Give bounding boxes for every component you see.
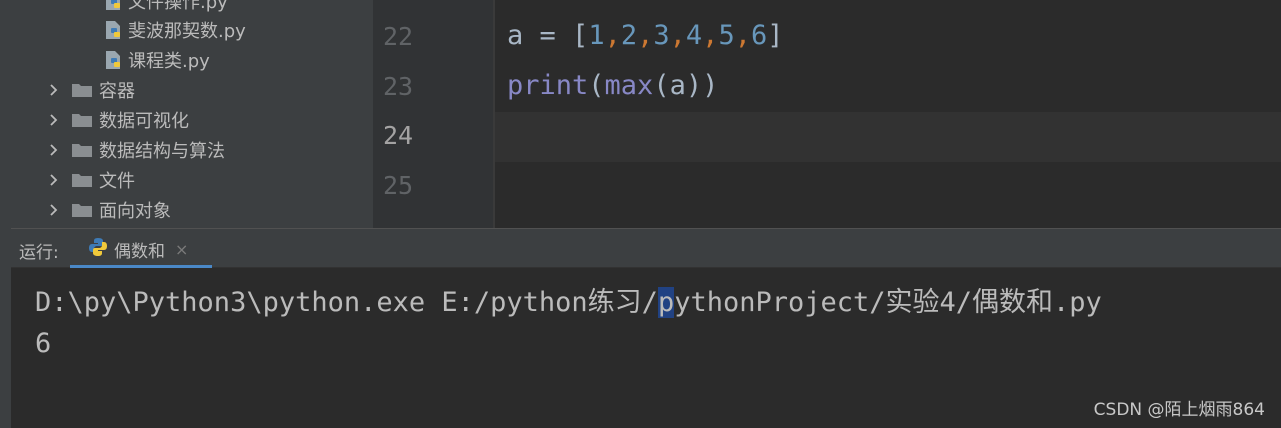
code-builtin: max bbox=[604, 70, 654, 101]
line-number: 23 bbox=[383, 72, 414, 101]
tree-folder-label: 文件 bbox=[99, 171, 135, 192]
folder-icon bbox=[71, 112, 93, 128]
python-icon bbox=[88, 237, 108, 261]
console-line: D:\py\Python3\python.exe E:/python练习/pyt… bbox=[35, 280, 1102, 319]
run-tab[interactable]: 偶数和 × bbox=[70, 229, 212, 269]
line-number-current: 24 bbox=[383, 121, 414, 150]
python-file-icon bbox=[103, 0, 123, 11]
chevron-right-icon[interactable] bbox=[45, 201, 63, 219]
run-console-output[interactable]: D:\py\Python3\python.exe E:/python练习/pyt… bbox=[11, 268, 1281, 428]
text-cursor-highlight: p bbox=[657, 287, 675, 318]
console-command-text: ythonProject/实验4/偶数和.py bbox=[674, 287, 1102, 318]
code-identifier: a bbox=[507, 20, 524, 51]
tree-folder-label: 容器 bbox=[99, 81, 135, 102]
folder-icon bbox=[71, 172, 93, 188]
tree-folder-item[interactable]: 文件 bbox=[45, 165, 135, 195]
code-comma: , bbox=[669, 20, 686, 51]
run-tab-label: 偶数和 bbox=[114, 241, 165, 262]
code-bracket: [ bbox=[572, 20, 589, 51]
code-number: 6 bbox=[750, 20, 768, 51]
tree-folder-item[interactable]: 容器 bbox=[45, 75, 135, 105]
code-number: 5 bbox=[718, 20, 735, 51]
run-label: 运行: bbox=[19, 243, 59, 263]
folder-icon bbox=[71, 82, 93, 98]
code-paren: ( bbox=[653, 70, 670, 101]
code-bracket: ] bbox=[767, 20, 784, 51]
chevron-right-icon[interactable] bbox=[45, 171, 63, 189]
console-command-text: D:\py\Python3\python.exe E:/python练习/ bbox=[35, 287, 658, 318]
chevron-right-icon[interactable] bbox=[45, 141, 63, 159]
tree-folder-item[interactable]: 面向对象 bbox=[45, 195, 171, 225]
tree-folder-label: 数据结构与算法 bbox=[99, 141, 225, 162]
tree-file-label: 文件操作.py bbox=[128, 0, 228, 13]
code-line-22[interactable]: a = [1,2,3,4,5,6] bbox=[507, 20, 784, 51]
code-comma: , bbox=[702, 20, 719, 51]
code-paren: ( bbox=[588, 70, 605, 101]
folder-icon bbox=[71, 142, 93, 158]
chevron-right-icon[interactable] bbox=[45, 81, 63, 99]
tree-file-item[interactable]: 课程类.py bbox=[103, 45, 210, 75]
project-tree: 文件操作.py 斐波那契数.py 课程类.py 容器 数据可视化 数据结构与算法… bbox=[11, 0, 373, 228]
tree-file-label: 课程类.py bbox=[128, 51, 210, 72]
tree-file-item[interactable]: 斐波那契数.py bbox=[103, 15, 246, 45]
code-builtin: print bbox=[507, 70, 589, 101]
tree-file-item[interactable]: 文件操作.py bbox=[103, 0, 228, 16]
code-comma: , bbox=[604, 20, 621, 51]
line-number: 25 bbox=[383, 171, 414, 200]
code-comma: , bbox=[734, 20, 751, 51]
tree-folder-item[interactable]: 数据可视化 bbox=[45, 105, 189, 135]
line-number: 22 bbox=[383, 22, 414, 51]
close-icon[interactable]: × bbox=[175, 240, 188, 259]
current-line-highlight bbox=[495, 112, 1281, 162]
code-paren: )) bbox=[685, 70, 719, 101]
code-operator: = bbox=[523, 20, 573, 51]
code-identifier: a bbox=[669, 70, 686, 101]
code-line-23[interactable]: print(max(a)) bbox=[507, 70, 718, 101]
python-file-icon bbox=[103, 20, 123, 40]
tree-folder-item[interactable]: 数据结构与算法 bbox=[45, 135, 225, 165]
run-toolbar: 运行: 偶数和 × bbox=[11, 228, 1281, 269]
code-number: 4 bbox=[685, 20, 703, 51]
code-number: 2 bbox=[620, 20, 638, 51]
tree-folder-label: 数据可视化 bbox=[99, 111, 189, 132]
code-editor[interactable]: 22 23 24 25 a = [1,2,3,4,5,6] print(max(… bbox=[373, 0, 1281, 228]
console-output-value: 6 bbox=[35, 328, 52, 359]
tree-file-label: 斐波那契数.py bbox=[128, 21, 246, 42]
code-number: 3 bbox=[653, 20, 670, 51]
watermark: CSDN @陌上烟雨864 bbox=[1093, 400, 1265, 420]
tree-folder-label: 面向对象 bbox=[99, 201, 171, 222]
folder-icon bbox=[71, 202, 93, 218]
code-comma: , bbox=[637, 20, 654, 51]
code-number: 1 bbox=[588, 20, 605, 51]
python-file-icon bbox=[103, 50, 123, 70]
line-number-gutter: 22 23 24 25 bbox=[373, 0, 493, 228]
chevron-right-icon[interactable] bbox=[45, 111, 63, 129]
